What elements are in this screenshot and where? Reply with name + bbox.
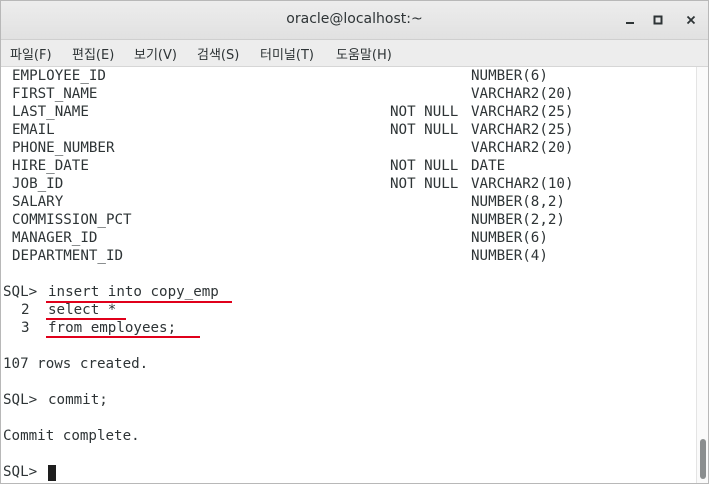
column-type: NUMBER(6) bbox=[471, 230, 548, 246]
sql-prompt: SQL> bbox=[3, 464, 38, 480]
describe-row: JOB_ID NOT NULL VARCHAR2(10) bbox=[3, 175, 574, 193]
sql-line-2: 2 select * bbox=[3, 301, 116, 319]
terminal-window: oracle@localhost:~ 파일(F) 편집(E) 보기(V) 검색(… bbox=[0, 0, 709, 484]
column-name: EMPLOYEE_ID bbox=[12, 68, 106, 84]
describe-row: EMPLOYEE_ID NUMBER(6) bbox=[3, 67, 548, 85]
describe-row: LAST_NAME NOT NULL VARCHAR2(25) bbox=[3, 103, 574, 121]
sql-line-current: SQL> bbox=[3, 463, 54, 481]
column-name: MANAGER_ID bbox=[12, 230, 98, 246]
describe-row: PHONE_NUMBER VARCHAR2(20) bbox=[3, 139, 574, 157]
close-button[interactable] bbox=[681, 10, 701, 30]
describe-row: DEPARTMENT_ID NUMBER(4) bbox=[3, 247, 548, 265]
rows-created-message: 107 rows created. bbox=[3, 355, 148, 373]
column-type: NUMBER(2,2) bbox=[471, 212, 565, 228]
column-name: PHONE_NUMBER bbox=[12, 140, 115, 156]
describe-row: SALARY NUMBER(8,2) bbox=[3, 193, 565, 211]
commit-complete-message: Commit complete. bbox=[3, 427, 140, 445]
window-title: oracle@localhost:~ bbox=[286, 11, 423, 27]
column-name: SALARY bbox=[12, 194, 64, 210]
sql-command: select * bbox=[48, 302, 117, 318]
sql-command: from employees; bbox=[48, 320, 177, 336]
column-null: NOT NULL bbox=[390, 104, 459, 120]
column-type: VARCHAR2(25) bbox=[471, 104, 574, 120]
column-type: NUMBER(8,2) bbox=[471, 194, 565, 210]
column-type: VARCHAR2(10) bbox=[471, 176, 574, 192]
sql-command: commit; bbox=[48, 392, 108, 408]
describe-row: MANAGER_ID NUMBER(6) bbox=[3, 229, 548, 247]
message-text: Commit complete. bbox=[3, 428, 140, 444]
maximize-button[interactable] bbox=[648, 10, 668, 30]
menu-help[interactable]: 도움말(H) bbox=[336, 44, 392, 63]
sql-command: insert into copy_emp bbox=[48, 284, 219, 300]
line-number: 2 bbox=[21, 302, 30, 318]
menu-edit[interactable]: 편집(E) bbox=[72, 44, 114, 63]
column-name: HIRE_DATE bbox=[12, 158, 89, 174]
scrollbar-thumb[interactable] bbox=[700, 439, 706, 479]
vertical-scrollbar[interactable] bbox=[696, 67, 708, 483]
menu-terminal[interactable]: 터미널(T) bbox=[260, 44, 314, 63]
column-name: EMAIL bbox=[12, 122, 55, 138]
text-cursor bbox=[48, 465, 56, 481]
message-text: 107 rows created. bbox=[3, 356, 149, 372]
minimize-icon bbox=[626, 22, 634, 24]
menu-file[interactable]: 파일(F) bbox=[10, 44, 52, 63]
column-type: VARCHAR2(20) bbox=[471, 140, 574, 156]
describe-row: HIRE_DATE NOT NULL DATE bbox=[3, 157, 505, 175]
sql-prompt: SQL> bbox=[3, 284, 38, 300]
column-type: NUMBER(6) bbox=[471, 68, 548, 84]
sql-line-3: 3 from employees; bbox=[3, 319, 176, 337]
red-annotation-underline bbox=[46, 318, 126, 320]
line-number: 3 bbox=[21, 320, 30, 336]
column-null: NOT NULL bbox=[390, 176, 459, 192]
close-icon bbox=[686, 15, 696, 25]
column-type: NUMBER(4) bbox=[471, 248, 548, 264]
column-name: JOB_ID bbox=[12, 176, 64, 192]
describe-row: EMAIL NOT NULL VARCHAR2(25) bbox=[3, 121, 574, 139]
column-type: VARCHAR2(20) bbox=[471, 86, 574, 102]
column-name: LAST_NAME bbox=[12, 104, 89, 120]
sql-line-commit: SQL> commit; bbox=[3, 391, 108, 409]
column-null: NOT NULL bbox=[390, 158, 459, 174]
column-name: DEPARTMENT_ID bbox=[12, 248, 124, 264]
column-name: COMMISSION_PCT bbox=[12, 212, 132, 228]
maximize-icon bbox=[653, 15, 663, 25]
column-name: FIRST_NAME bbox=[12, 86, 98, 102]
column-type: DATE bbox=[471, 158, 506, 174]
terminal-output[interactable]: EMPLOYEE_ID NUMBER(6) FIRST_NAME VARCHAR… bbox=[1, 67, 696, 483]
title-bar[interactable]: oracle@localhost:~ bbox=[1, 1, 708, 40]
column-type: VARCHAR2(25) bbox=[471, 122, 574, 138]
menu-view[interactable]: 보기(V) bbox=[134, 44, 177, 63]
menu-bar: 파일(F) 편집(E) 보기(V) 검색(S) 터미널(T) 도움말(H) bbox=[1, 40, 708, 67]
menu-search[interactable]: 검색(S) bbox=[197, 44, 239, 63]
describe-row: FIRST_NAME VARCHAR2(20) bbox=[3, 85, 574, 103]
minimize-button[interactable] bbox=[620, 10, 640, 30]
sql-line-1: SQL> insert into copy_emp bbox=[3, 283, 219, 301]
red-annotation-underline bbox=[46, 336, 200, 338]
red-annotation-underline bbox=[46, 301, 232, 303]
describe-row: COMMISSION_PCT NUMBER(2,2) bbox=[3, 211, 565, 229]
column-null: NOT NULL bbox=[390, 122, 459, 138]
sql-prompt: SQL> bbox=[3, 392, 38, 408]
